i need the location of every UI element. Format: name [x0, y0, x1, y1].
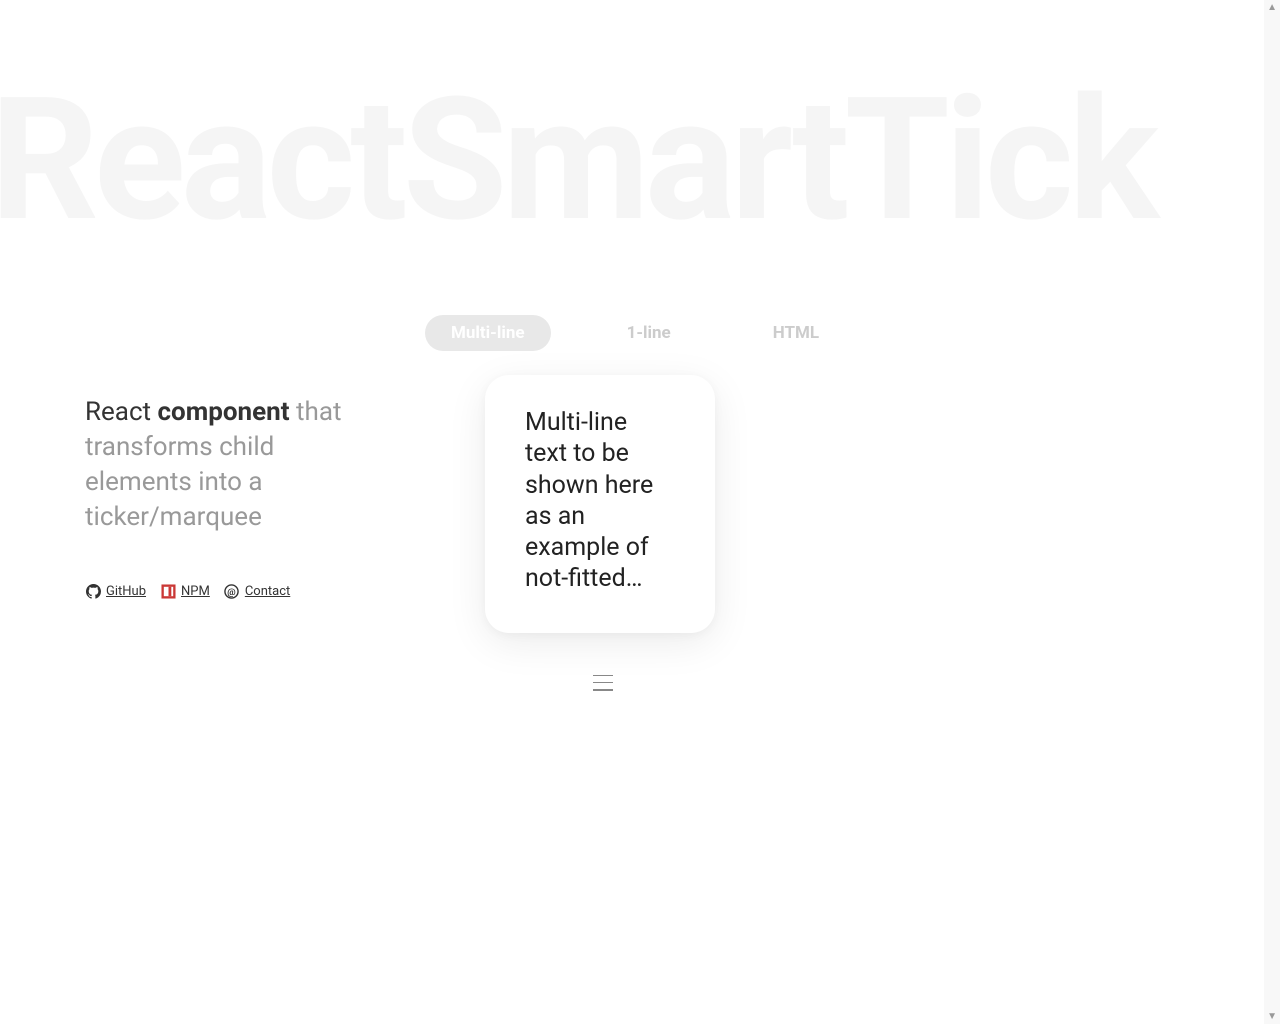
tabs: Multi-line 1-line HTML	[425, 315, 1280, 351]
left-panel: React component that transforms child el…	[85, 315, 345, 691]
description-prefix: React	[85, 397, 158, 427]
description: React component that transforms child el…	[85, 395, 345, 535]
github-icon	[85, 583, 101, 599]
menu-line	[593, 682, 613, 684]
github-label: GitHub	[106, 584, 146, 599]
contact-label: Contact	[245, 584, 290, 599]
tab-multi-line[interactable]: Multi-line	[425, 315, 551, 351]
menu-line	[593, 675, 613, 677]
example-card: Multi-line text to be shown here as an e…	[485, 375, 715, 633]
npm-label: NPM	[181, 584, 210, 599]
scrollbar-down-icon[interactable]: ▼	[1267, 1011, 1277, 1022]
npm-link[interactable]: NPM	[160, 583, 210, 599]
card-text: Multi-line text to be shown here as an e…	[525, 407, 675, 595]
description-bold: component	[158, 397, 290, 427]
links-row: GitHub NPM @	[85, 583, 345, 599]
svg-text:@: @	[228, 587, 237, 598]
menu-icon[interactable]	[593, 675, 613, 691]
tab-html[interactable]: HTML	[747, 315, 845, 351]
npm-icon	[160, 583, 176, 599]
menu-line	[593, 689, 613, 691]
contact-icon: @	[224, 583, 240, 599]
right-panel: Multi-line 1-line HTML Multi-line text t…	[345, 315, 1280, 691]
tab-one-line[interactable]: 1-line	[601, 315, 697, 351]
contact-link[interactable]: @ Contact	[224, 583, 290, 599]
github-link[interactable]: GitHub	[85, 583, 146, 599]
content-wrapper: React component that transforms child el…	[0, 0, 1280, 691]
